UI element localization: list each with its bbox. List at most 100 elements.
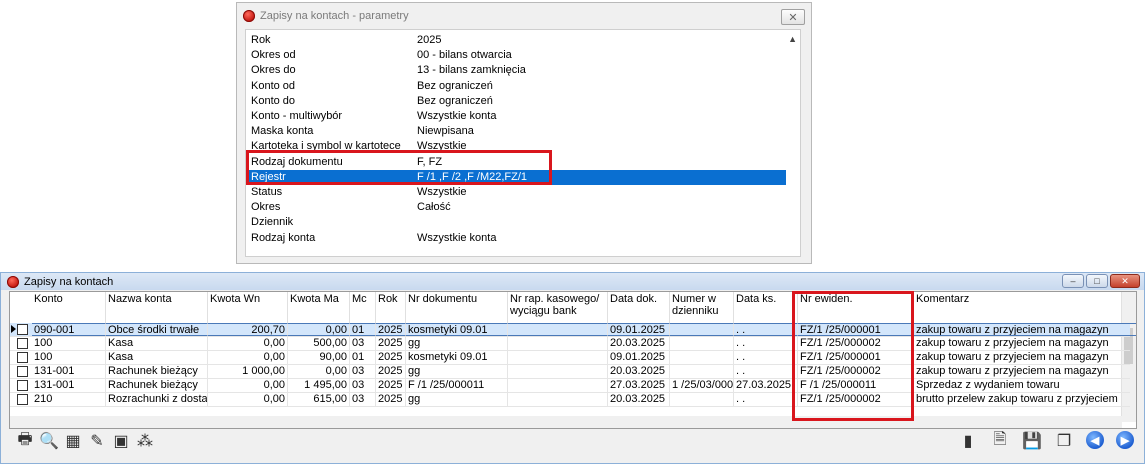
column-header[interactable]: Rok bbox=[376, 292, 406, 323]
table-cell bbox=[508, 351, 608, 364]
parameter-value: Wszystkie bbox=[417, 186, 467, 198]
column-header[interactable]: Konto bbox=[32, 292, 106, 323]
row-checkbox[interactable] bbox=[17, 366, 28, 377]
table-row[interactable]: 090-001 Obce środki trwałe 200,70 0,00 01 202… bbox=[10, 323, 1136, 337]
scroll-up-icon[interactable]: ▲ bbox=[788, 34, 797, 44]
row-checkbox[interactable] bbox=[17, 380, 28, 391]
dialog-close-button[interactable]: ✕ bbox=[781, 9, 805, 25]
maximize-button[interactable]: □ bbox=[1086, 274, 1108, 288]
table-cell: 0,00 bbox=[288, 365, 350, 378]
table-cell: Obce środki trwałe bbox=[106, 323, 208, 336]
minimize-button[interactable]: – bbox=[1062, 274, 1084, 288]
table-cell: zakup towaru z przyjeciem na magazyn bbox=[914, 323, 1136, 336]
search-icon[interactable]: 🔍 bbox=[39, 431, 59, 451]
parameter-row[interactable]: Konto do Bez ograniczeń bbox=[246, 94, 786, 109]
parameter-row[interactable]: Okres od 00 - bilans otwarcia bbox=[246, 48, 786, 63]
previous-icon[interactable]: ◀ bbox=[1086, 431, 1104, 449]
parameter-row[interactable]: Konto - multiwybór Wszystkie konta bbox=[246, 109, 786, 124]
horizontal-scrollbar[interactable] bbox=[10, 416, 1122, 428]
table-cell: 100 bbox=[32, 337, 106, 350]
parameter-label: Rok bbox=[251, 34, 271, 46]
column-header[interactable]: Data dok. bbox=[608, 292, 670, 323]
print-icon[interactable]: 🖶 bbox=[15, 431, 35, 451]
table-cell: . . bbox=[734, 393, 798, 406]
table-cell: Kasa bbox=[106, 337, 208, 350]
table-cell bbox=[508, 379, 608, 392]
table-cell: 100 bbox=[32, 351, 106, 364]
table-cell bbox=[670, 365, 734, 378]
table-cell: 09.01.2025 bbox=[608, 323, 670, 336]
export-icon[interactable]: ▣ bbox=[111, 431, 131, 451]
parameter-row[interactable]: Okres do 13 - bilans zamknięcia bbox=[246, 63, 786, 78]
table-cell: kosmetyki 09.01 bbox=[406, 323, 508, 336]
column-header[interactable]: Nazwa konta bbox=[106, 292, 208, 323]
save-icon[interactable]: 💾 bbox=[1022, 431, 1042, 451]
parameter-row[interactable]: Maska konta Niewpisana bbox=[246, 124, 786, 139]
parameter-list[interactable]: ▲ Rok 2025 Okres od 00 - bilans otwarcia Okr… bbox=[245, 29, 801, 257]
next-icon[interactable]: ▶ bbox=[1116, 431, 1134, 449]
parameter-value: Całość bbox=[417, 201, 451, 214]
entries-grid[interactable]: Konto Nazwa konta Kwota Wn Kwota Ma Mc Rok Nr … bbox=[9, 291, 1137, 429]
parameter-row[interactable]: Konto od Bez ograniczeń bbox=[246, 79, 786, 94]
edit-icon[interactable]: ✎ bbox=[87, 431, 107, 451]
parameter-label: Konto od bbox=[251, 79, 296, 92]
row-checkbox[interactable] bbox=[17, 338, 28, 349]
table-cell: 2025 bbox=[376, 365, 406, 378]
table-cell: 1 495,00 bbox=[288, 379, 350, 392]
table-cell: 27.03.2025 bbox=[608, 379, 670, 392]
grid-settings-icon[interactable]: ⁂ bbox=[135, 431, 155, 451]
parameter-row[interactable]: Dziennik bbox=[246, 215, 786, 230]
table-row[interactable]: 210 Rozrachunki z dosta 0,00 615,00 03 2025 gg… bbox=[10, 393, 1130, 407]
parameter-label: Okres od bbox=[251, 49, 296, 62]
table-row[interactable]: 131-001 Rachunek bieżący 1 000,00 0,00 03 202… bbox=[10, 365, 1130, 379]
table-cell: 90,00 bbox=[288, 351, 350, 364]
row-indicator-icon bbox=[11, 325, 16, 333]
table-cell: 2025 bbox=[376, 393, 406, 406]
table-cell: 131-001 bbox=[32, 365, 106, 378]
parameter-value: 00 - bilans otwarcia bbox=[417, 49, 512, 62]
column-header[interactable]: Kwota Wn bbox=[208, 292, 288, 323]
document-icon[interactable]: 🗎 bbox=[990, 431, 1010, 451]
column-header[interactable]: Komentarz bbox=[914, 292, 1136, 323]
table-cell: 0,00 bbox=[208, 379, 288, 392]
right-toolbar: ▮ 🗎 💾 ❐ ◀ ▶ bbox=[958, 431, 1134, 451]
column-header[interactable]: Kwota Ma bbox=[288, 292, 350, 323]
table-cell: 2025 bbox=[376, 351, 406, 364]
parameter-value: 13 - bilans zamknięcia bbox=[417, 64, 526, 77]
parameter-value: Bez ograniczeń bbox=[417, 79, 493, 92]
table-cell: 27.03.2025 bbox=[734, 379, 798, 392]
parameter-label: Status bbox=[251, 186, 283, 198]
copy-icon[interactable]: ❐ bbox=[1054, 431, 1074, 451]
table-cell: 2025 bbox=[376, 379, 406, 392]
chart-icon[interactable]: ▮ bbox=[958, 431, 978, 451]
table-cell: 2025 bbox=[376, 323, 406, 336]
column-header[interactable]: Nr dokumentu bbox=[406, 292, 508, 323]
table-cell: brutto przelew zakup towaru z przyjeciem bbox=[914, 393, 1136, 406]
parameter-row[interactable]: Status Wszystkie bbox=[246, 185, 786, 200]
table-cell: Kasa bbox=[106, 351, 208, 364]
parameter-row[interactable]: Rodzaj konta Wszystkie konta bbox=[246, 231, 786, 246]
filter-table-icon[interactable]: ▦ bbox=[63, 431, 83, 451]
parameter-label: Konto do bbox=[251, 94, 296, 107]
table-row[interactable]: 100 Kasa 0,00 90,00 01 2025 kosmetyki 09.01 09.… bbox=[10, 351, 1130, 365]
row-checkbox[interactable] bbox=[17, 352, 28, 363]
column-header[interactable]: Data ks. bbox=[734, 292, 798, 323]
table-row[interactable]: 131-001 Rachunek bieżący 0,00 1 495,00 03 202… bbox=[10, 379, 1130, 393]
close-button[interactable]: ✕ bbox=[1110, 274, 1140, 288]
parameter-row[interactable]: Okres Całość bbox=[246, 200, 786, 215]
row-checkbox[interactable] bbox=[17, 394, 28, 405]
table-cell: 0,00 bbox=[208, 393, 288, 406]
parameter-value: Niewpisana bbox=[417, 125, 474, 138]
table-cell: 20.03.2025 bbox=[608, 337, 670, 350]
column-header[interactable]: Numer w dzienniku bbox=[670, 292, 734, 323]
parameter-value: Wszystkie konta bbox=[417, 231, 497, 244]
column-header[interactable]: Nr rap. kasowego/ wyciągu bank bbox=[508, 292, 608, 323]
column-header[interactable]: Mc bbox=[350, 292, 376, 323]
table-row[interactable]: 100 Kasa 0,00 500,00 03 2025 gg 20.03.2025. . FZ… bbox=[10, 337, 1130, 351]
parameter-label: Okres do bbox=[251, 64, 296, 77]
row-checkbox[interactable] bbox=[17, 324, 28, 335]
table-cell: 01 bbox=[350, 351, 376, 364]
table-cell: 1 000,00 bbox=[208, 365, 288, 378]
parameter-row[interactable]: Rok 2025 bbox=[246, 33, 786, 48]
table-cell: Sprzedaz z wydaniem towaru bbox=[914, 379, 1136, 392]
